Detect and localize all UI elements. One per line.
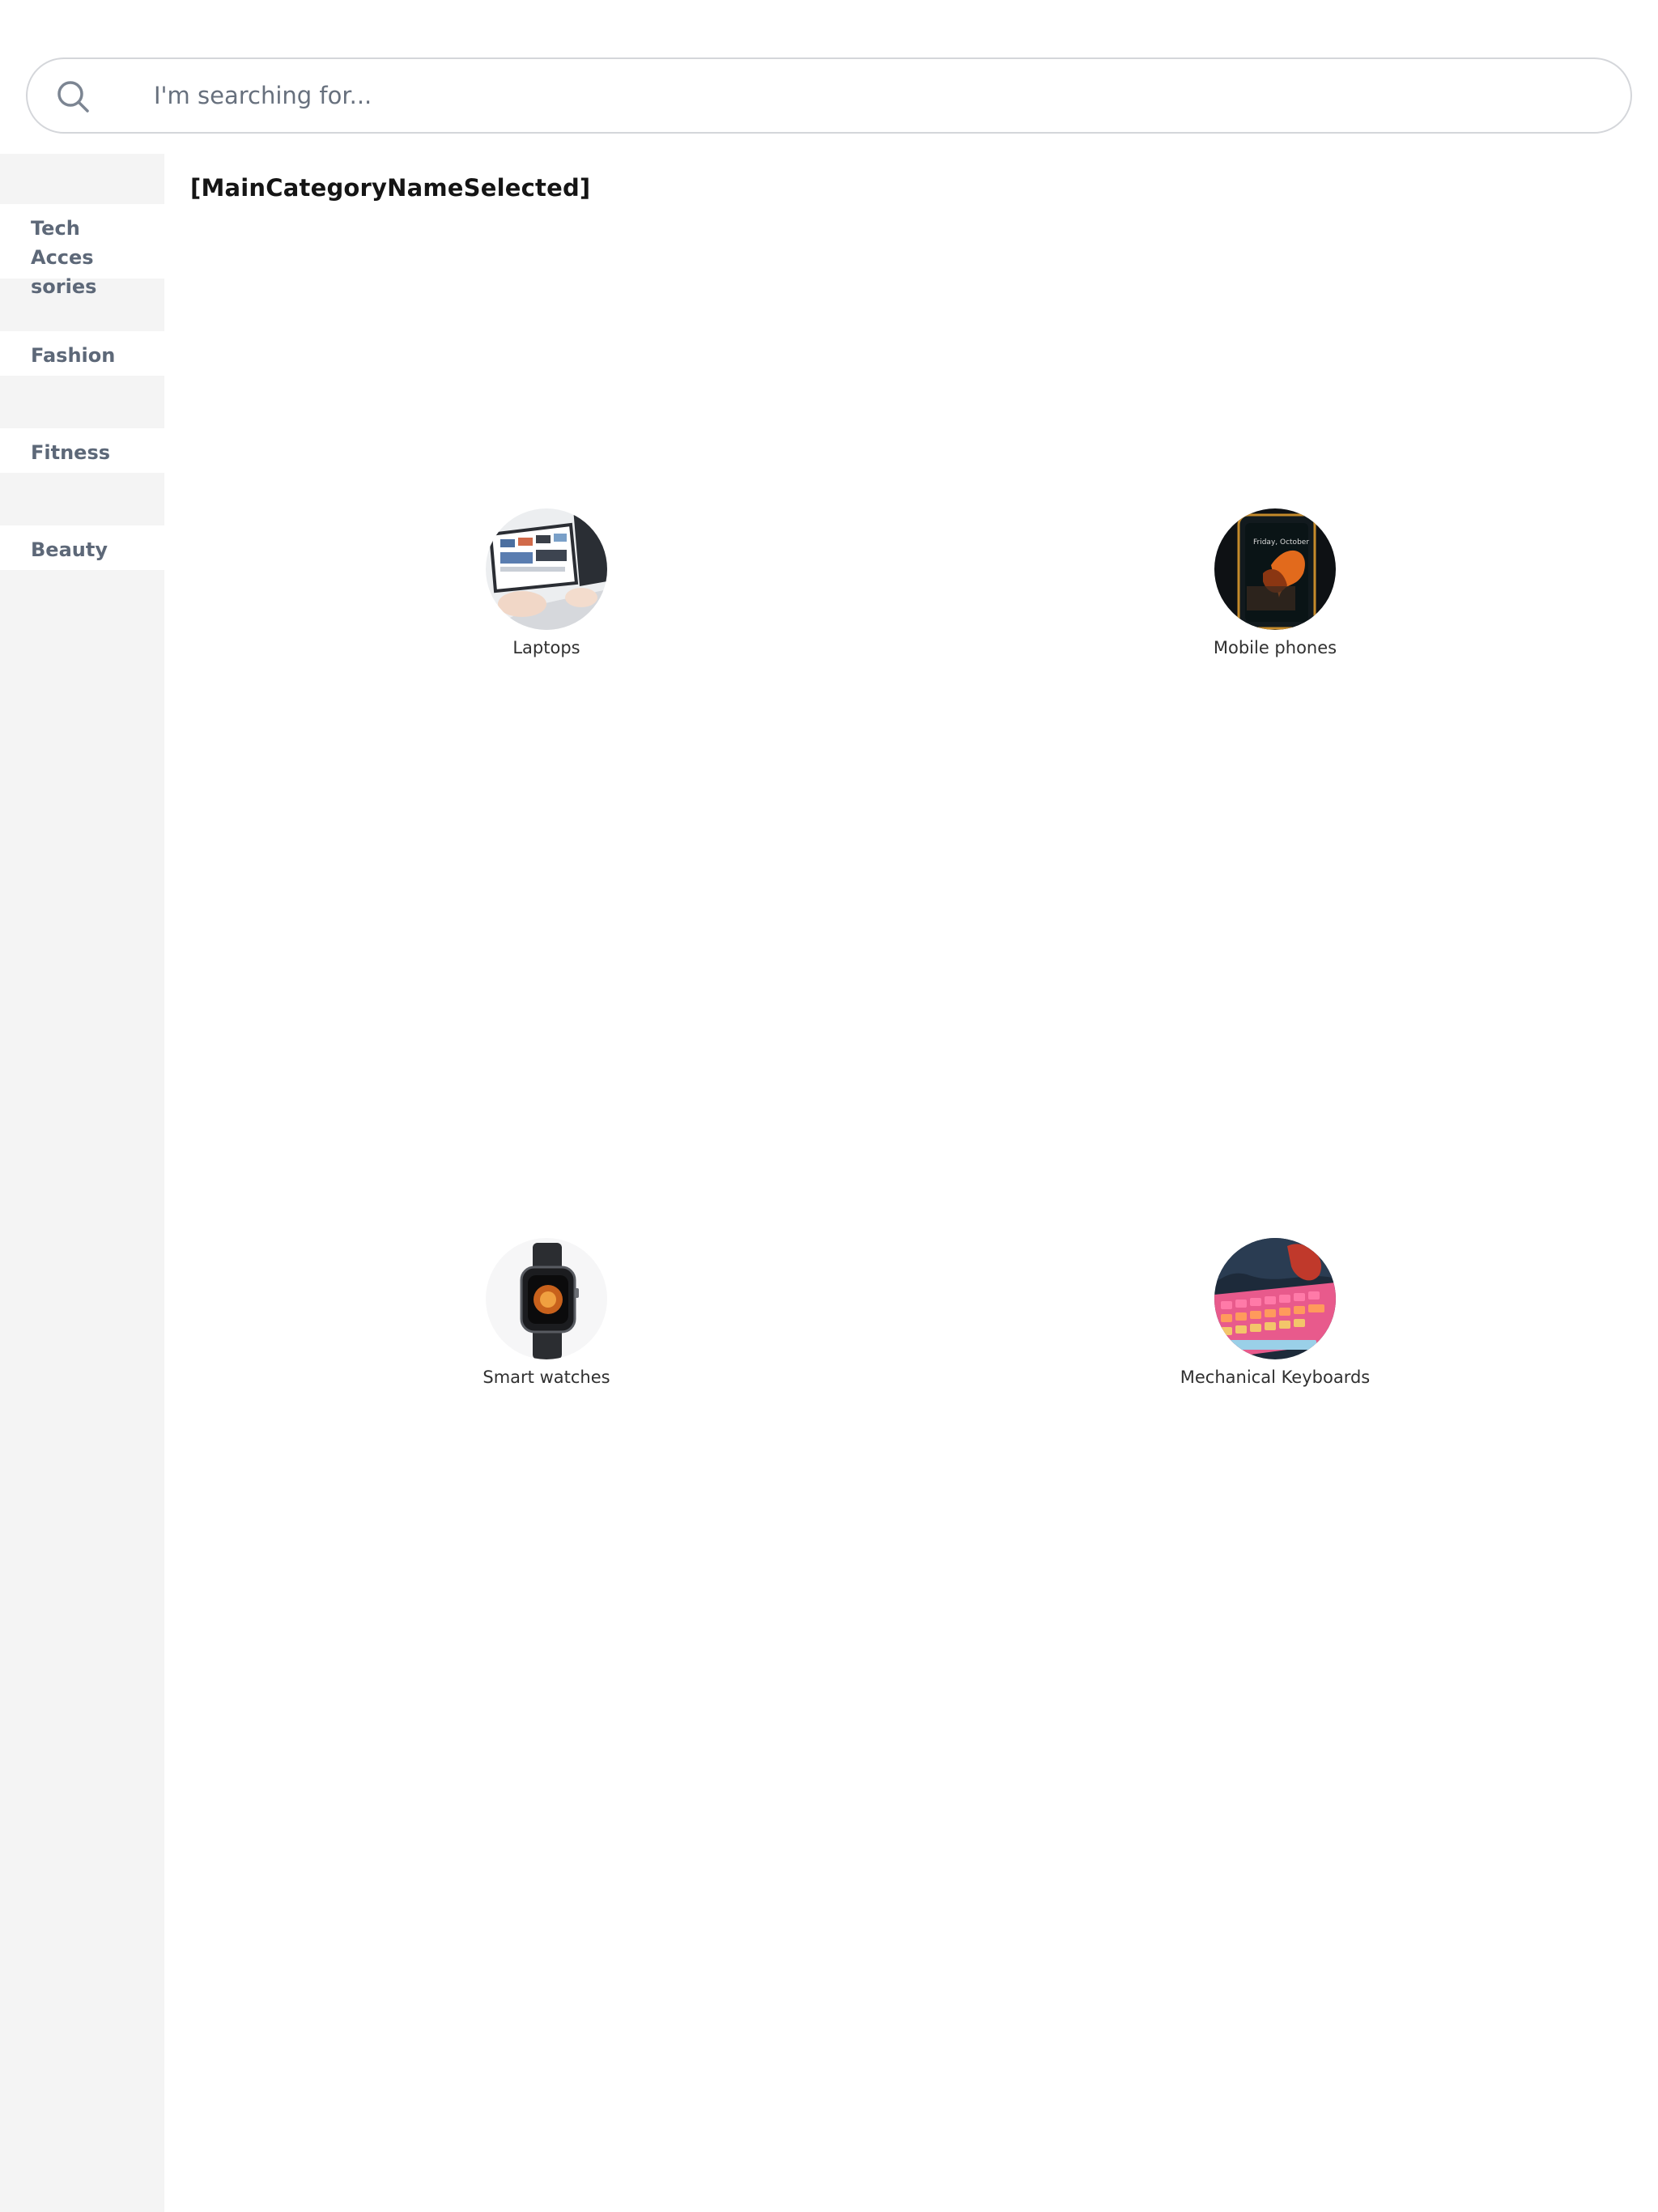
smart-watches-thumbnail bbox=[486, 1238, 607, 1359]
sidebar-item-fashion[interactable]: Fashion bbox=[0, 331, 164, 376]
category-label-smart-watches: Smart watches bbox=[483, 1368, 610, 1387]
laptops-thumbnail bbox=[486, 508, 607, 630]
sidebar-item-beauty[interactable]: Beauty bbox=[0, 525, 164, 570]
mobile-phones-thumbnail: Friday, October bbox=[1214, 508, 1336, 630]
mechanical-keyboards-thumbnail bbox=[1214, 1238, 1336, 1359]
category-tile-mechanical-keyboards[interactable]: Mechanical Keyboards bbox=[1154, 1238, 1397, 1387]
category-label-mechanical-keyboards: Mechanical Keyboards bbox=[1180, 1368, 1371, 1387]
page-title: [MainCategoryNameSelected] bbox=[190, 174, 591, 202]
category-label-laptops: Laptops bbox=[512, 638, 580, 657]
search-bar[interactable] bbox=[26, 57, 1632, 134]
category-sidebar: Tech Acces sories Fashion Fitness Beauty bbox=[0, 154, 164, 2212]
search-icon[interactable] bbox=[55, 79, 91, 114]
sidebar-item-fitness[interactable]: Fitness bbox=[0, 428, 164, 473]
category-tile-smart-watches[interactable]: Smart watches bbox=[425, 1238, 668, 1387]
category-tile-laptops[interactable]: Laptops bbox=[425, 508, 668, 657]
search-input[interactable] bbox=[126, 70, 1600, 121]
page: Tech Acces sories Fashion Fitness Beauty… bbox=[0, 0, 1658, 2212]
category-label-mobile-phones: Mobile phones bbox=[1213, 638, 1337, 657]
svg-text:Friday, October: Friday, October bbox=[1253, 538, 1309, 547]
category-tile-mobile-phones[interactable]: Friday, October Mobile phones bbox=[1154, 508, 1397, 657]
sidebar-item-tech-accessories[interactable]: Tech Acces sories bbox=[0, 204, 164, 298]
